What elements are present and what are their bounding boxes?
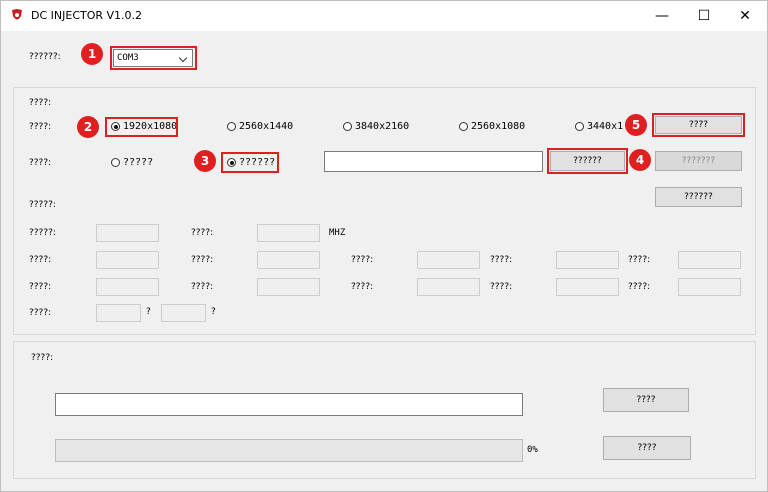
info-label: ????:: [29, 308, 52, 318]
file-path-input[interactable]: [324, 151, 543, 172]
minimize-button[interactable]: —: [642, 1, 682, 31]
radio-indicator: [111, 158, 120, 167]
progress-bar: [55, 439, 523, 462]
extra-action-button[interactable]: ??????: [655, 187, 742, 207]
radio-indicator: [343, 122, 352, 131]
radio-2560x1080[interactable]: 2560x1080: [459, 121, 525, 132]
radio-indicator: [227, 158, 236, 167]
port-select[interactable]: COM3: [113, 49, 193, 67]
annotation-badge-1: 1: [81, 43, 103, 65]
info-label: ????:: [351, 255, 374, 265]
annotation-badge-3: 3: [194, 150, 216, 172]
radio-indicator: [459, 122, 468, 131]
radio-mode-b[interactable]: ??????: [227, 157, 275, 168]
resolution-apply-button[interactable]: ????: [655, 116, 742, 134]
info-field: [417, 278, 480, 296]
mode-row-label: ????:: [29, 158, 52, 168]
annotation-badge-4: 4: [629, 149, 651, 171]
info-label: ????:: [628, 255, 651, 265]
info-label: ????:: [351, 282, 374, 292]
disabled-action-button: ???????: [655, 151, 742, 171]
info-header-label: ?????:: [29, 200, 56, 210]
port-label: ??????:: [29, 52, 61, 62]
info-label: ????:: [490, 255, 513, 265]
radio-mode-a[interactable]: ?????: [111, 157, 153, 168]
log-action-button-1[interactable]: ????: [603, 388, 689, 412]
title-bar: DC INJECTOR V1.0.2 — ☐ ✕: [1, 1, 767, 31]
info-field: [161, 304, 206, 322]
log-action-button-2[interactable]: ????: [603, 436, 691, 460]
maximize-button[interactable]: ☐: [684, 1, 724, 31]
info-field: [417, 251, 480, 269]
info-field: [257, 278, 320, 296]
annotation-badge-5: 5: [625, 114, 647, 136]
app-logo-icon: [12, 9, 22, 20]
window-title: DC INJECTOR V1.0.2: [31, 9, 143, 22]
info-freq-label-2: ????:: [191, 228, 214, 238]
resolution-header-label: ????:: [29, 98, 52, 108]
info-field: [257, 224, 320, 242]
log-output-field[interactable]: [55, 393, 523, 416]
info-field: [96, 251, 159, 269]
info-field: [257, 251, 320, 269]
radio-indicator: [575, 122, 584, 131]
radio-3840x2160[interactable]: 3840x2160: [343, 121, 409, 132]
radio-2560x1440[interactable]: 2560x1440: [227, 121, 293, 132]
log-label: ????:: [31, 353, 54, 363]
resolution-row-label: ????:: [29, 122, 52, 132]
radio-1920x1080[interactable]: 1920x1080: [111, 121, 177, 132]
radio-3440x1440[interactable]: 3440x1: [575, 121, 623, 132]
radio-indicator: [111, 122, 120, 131]
annotation-badge-2: 2: [77, 116, 99, 138]
port-select-value: COM3: [117, 53, 139, 63]
info-field: [556, 278, 619, 296]
info-freq-label-1: ?????:: [29, 228, 56, 238]
info-field: [96, 278, 159, 296]
info-label: ????:: [29, 282, 52, 292]
info-label: ????:: [628, 282, 651, 292]
radio-indicator: [227, 122, 236, 131]
info-field: [96, 224, 159, 242]
info-field: [678, 278, 741, 296]
progress-percent-label: 0%: [527, 445, 538, 455]
info-suffix: ?: [146, 307, 151, 317]
info-field: [678, 251, 741, 269]
main-window: DC INJECTOR V1.0.2 — ☐ ✕ ??????: COM3 1 …: [0, 0, 768, 492]
browse-button[interactable]: ??????: [550, 151, 625, 171]
info-label: ????:: [29, 255, 52, 265]
close-button[interactable]: ✕: [725, 1, 765, 31]
freq-unit-label: MHZ: [329, 228, 346, 238]
info-suffix: ?: [211, 307, 216, 317]
info-field: [96, 304, 141, 322]
info-label: ????:: [490, 282, 513, 292]
info-label: ????:: [191, 255, 214, 265]
chevron-down-icon: [178, 53, 188, 63]
info-field: [556, 251, 619, 269]
info-label: ????:: [191, 282, 214, 292]
